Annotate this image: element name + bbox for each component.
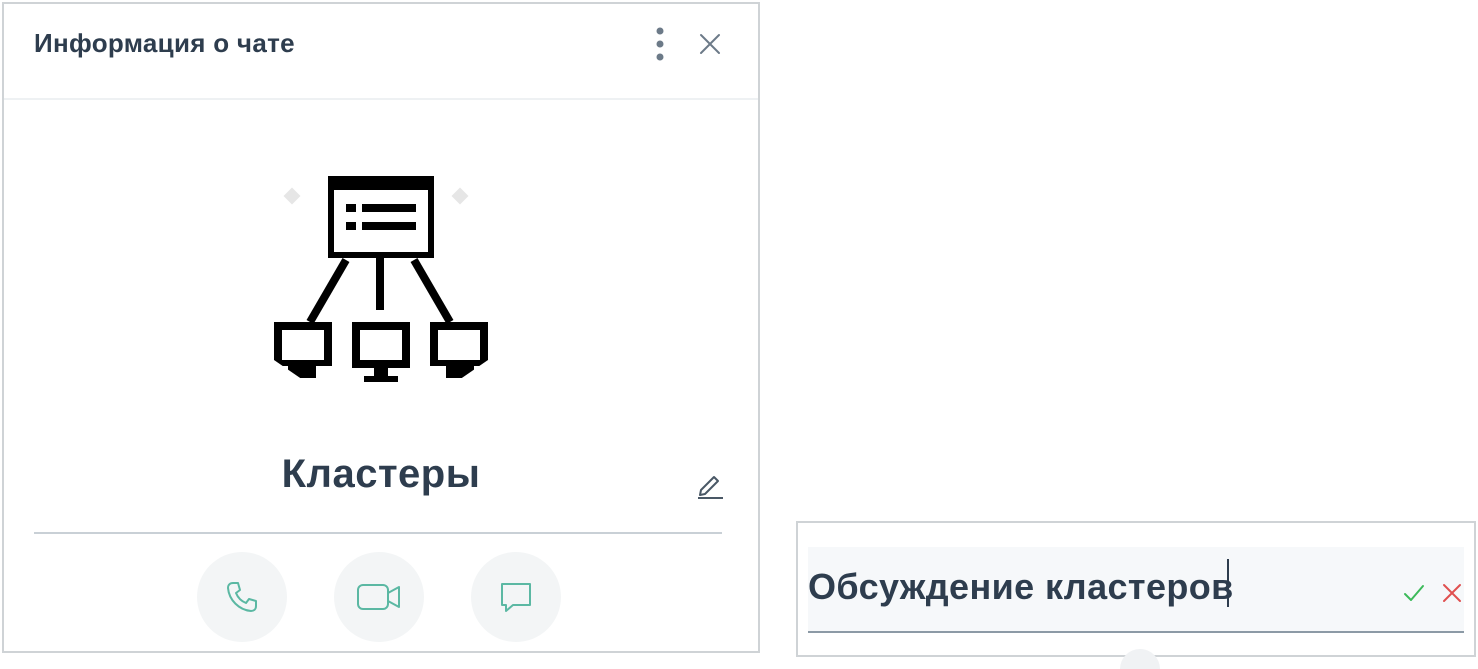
more-vertical-icon (656, 27, 664, 61)
cancel-button[interactable] (1438, 579, 1466, 607)
video-call-button[interactable] (334, 552, 424, 642)
call-button[interactable] (197, 552, 287, 642)
chat-name-input[interactable] (808, 557, 1388, 617)
edit-name-button[interactable] (692, 466, 728, 502)
checkmark-icon (1404, 585, 1424, 601)
close-button[interactable] (690, 24, 730, 64)
text-caret (1227, 559, 1229, 607)
panel-title: Информация о чате (34, 28, 295, 58)
confirm-button[interactable] (1400, 579, 1428, 607)
pencil-icon (698, 476, 723, 499)
rename-field (808, 547, 1464, 633)
cross-icon (1443, 584, 1461, 602)
chat-info-panel: Информация о чате Кластеры (2, 2, 760, 653)
more-button[interactable] (640, 24, 680, 64)
video-camera-icon (357, 584, 400, 610)
message-button[interactable] (471, 552, 561, 642)
action-button-peek (1120, 649, 1160, 669)
chat-name: Кластеры (281, 452, 481, 496)
close-icon (700, 34, 720, 54)
phone-icon (227, 582, 257, 612)
panel-header: Информация о чате (4, 4, 758, 100)
rename-panel (796, 521, 1476, 669)
divider (34, 532, 722, 534)
network-cluster-icon (274, 176, 488, 382)
chat-bubble-icon (501, 583, 531, 612)
input-underline (808, 631, 1464, 633)
